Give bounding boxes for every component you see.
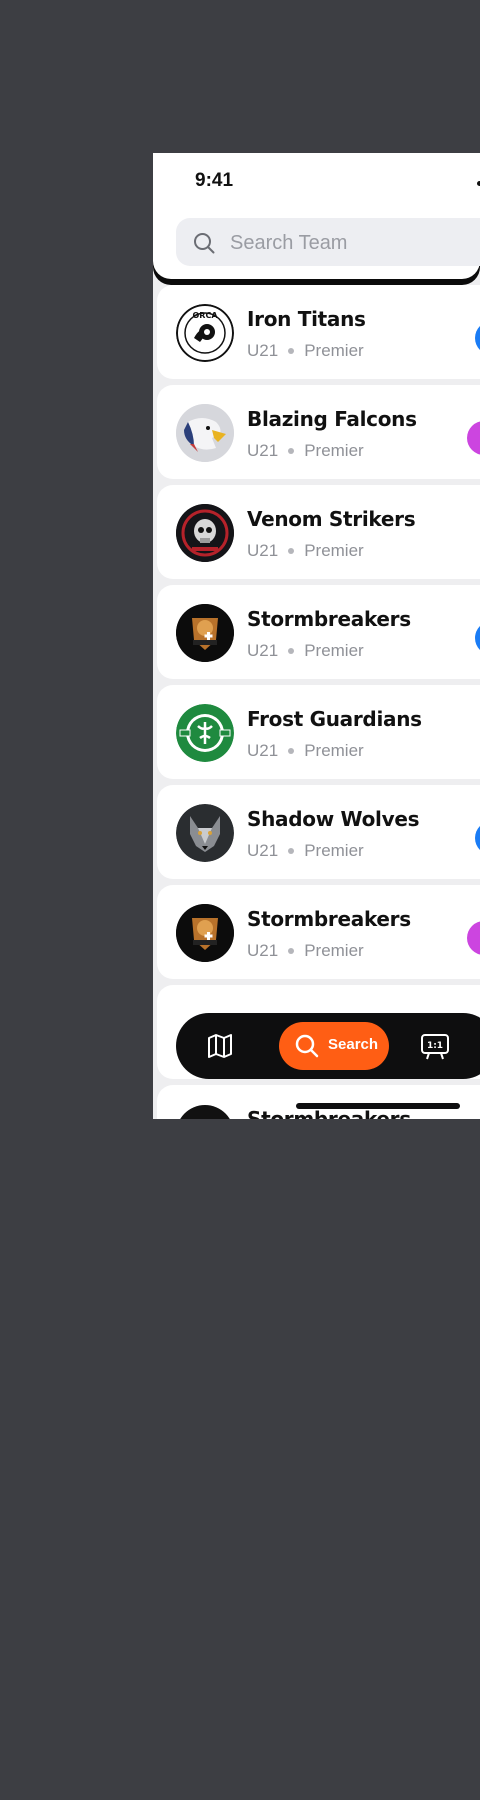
wolf-badge-icon [176, 804, 234, 862]
team-meta: U21 Premier [247, 841, 364, 861]
team-name: Blazing Falcons [247, 407, 417, 431]
team-card[interactable]: Blazing Falcons U21 Premier [157, 385, 480, 479]
status-pill[interactable] [475, 321, 480, 355]
team-meta: U21 Premier [247, 941, 364, 961]
header: 9:41 [153, 153, 480, 279]
team-league: Premier [304, 841, 364, 860]
team-league: Premier [304, 641, 364, 660]
status-pill[interactable] [475, 621, 480, 655]
status-pill[interactable] [467, 921, 480, 955]
team-name: Iron Titans [247, 307, 366, 331]
lion-shield-badge-icon [176, 604, 234, 662]
team-meta: U21 Premier [247, 741, 364, 761]
skull-badge-icon [176, 504, 234, 562]
orca-football-academy-badge-icon: ORCA [176, 304, 234, 362]
team-league: Premier [304, 941, 364, 960]
team-card[interactable]: Stormbreakers [157, 1085, 480, 1119]
nav-search-button[interactable]: Search [279, 1022, 389, 1070]
map-icon[interactable] [206, 1032, 234, 1060]
nav-search-label: Search [328, 1036, 379, 1053]
svg-text:1:1: 1:1 [427, 1041, 443, 1051]
team-name: Stormbreakers [247, 607, 411, 631]
team-league: Premier [304, 341, 364, 360]
team-name: Frost Guardians [247, 707, 422, 731]
team-card[interactable]: Frost Guardians U21 Premier [157, 685, 480, 779]
team-league: Premier [304, 441, 364, 460]
svg-text:ORCA: ORCA [192, 311, 218, 320]
team-card[interactable]: Stormbreakers U21 Premier [157, 885, 480, 979]
search-icon [295, 1034, 319, 1058]
lion-shield-badge-icon [176, 904, 234, 962]
eagle-head-badge-icon [176, 404, 234, 462]
team-meta: U21 Premier [247, 541, 364, 561]
team-card[interactable]: ORCA Iron Titans U21 Premier [157, 285, 480, 379]
team-name: Venom Strikers [247, 507, 416, 531]
team-age: U21 [247, 741, 279, 760]
team-age: U21 [247, 941, 279, 960]
team-name: Stormbreakers [247, 907, 411, 931]
status-pill[interactable] [475, 821, 480, 855]
team-league: Premier [304, 741, 364, 760]
team-meta: U21 Premier [247, 441, 364, 461]
home-indicator [296, 1103, 460, 1109]
team-name: Shadow Wolves [247, 807, 420, 831]
phone-screen: 9:41 ORCA Iron Titans [153, 153, 480, 1119]
footballer-football-club-badge-icon [176, 704, 234, 762]
team-age: U21 [247, 841, 279, 860]
bottom-nav: Search 1:1 [176, 1013, 480, 1079]
team-card[interactable]: Stormbreakers U21 Premier [157, 585, 480, 679]
team-age: U21 [247, 641, 279, 660]
search-input[interactable] [228, 218, 480, 268]
status-pill[interactable] [467, 421, 480, 455]
team-age: U21 [247, 341, 279, 360]
team-card[interactable]: Shadow Wolves U21 Premier [157, 785, 480, 879]
team-meta: U21 Premier [247, 641, 364, 661]
team-card[interactable]: Venom Strikers U21 Premier [157, 485, 480, 579]
team-age: U21 [247, 441, 279, 460]
team-meta: U21 Premier [247, 341, 364, 361]
lion-shield-badge-icon [176, 1105, 234, 1119]
status-time: 9:41 [195, 170, 234, 191]
scoreboard-icon[interactable]: 1:1 [420, 1031, 450, 1061]
search-bar[interactable] [176, 218, 480, 268]
team-age: U21 [247, 541, 279, 560]
team-league: Premier [304, 541, 364, 560]
search-icon [194, 233, 215, 254]
